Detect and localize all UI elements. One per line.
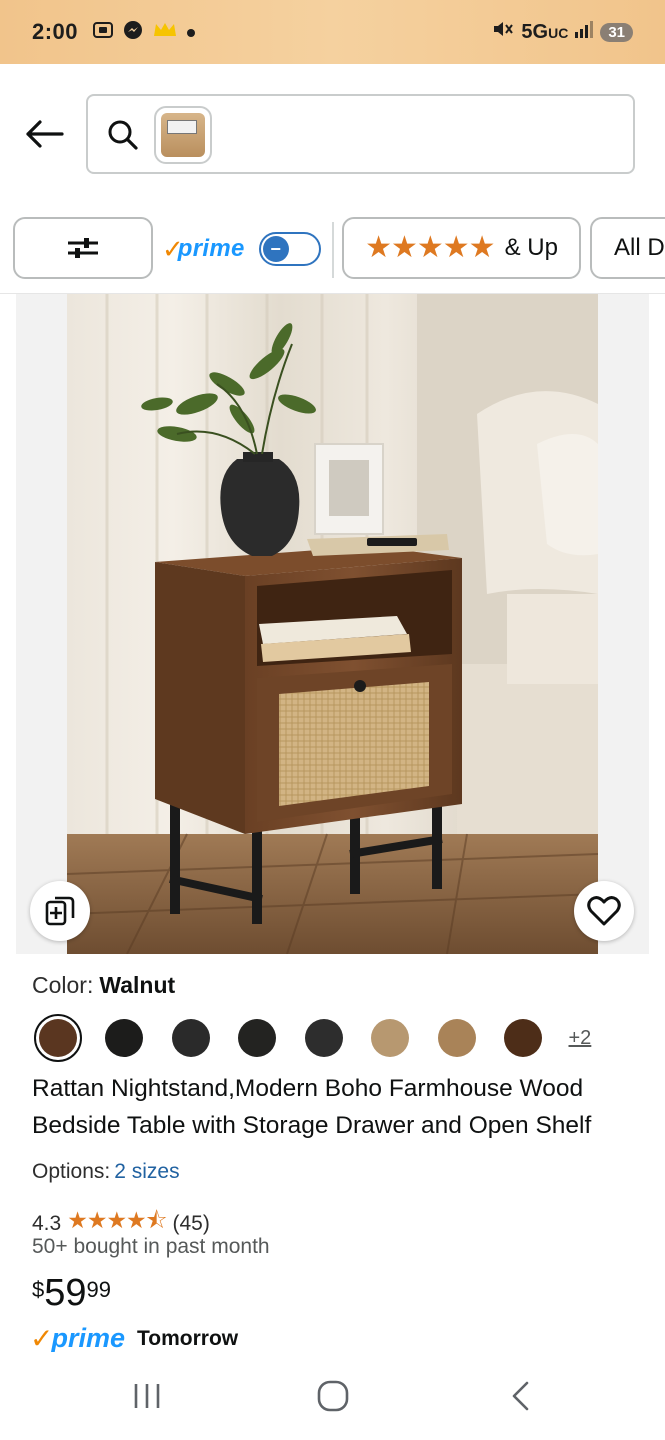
search-input[interactable] <box>86 94 635 174</box>
product-image-area[interactable] <box>16 294 649 954</box>
prime-filter: ✓ prime − <box>162 224 321 274</box>
prime-logo: ✓ prime <box>162 233 245 264</box>
home-button[interactable] <box>303 1374 363 1418</box>
color-swatch[interactable] <box>437 1019 476 1057</box>
rating-value: 4.3 <box>32 1211 62 1235</box>
back-chevron-icon <box>512 1381 529 1411</box>
sliders-icon <box>68 238 98 258</box>
mute-icon <box>491 18 515 46</box>
star-rating-icon: ★★★★★ <box>365 231 495 264</box>
filters-button[interactable] <box>13 217 153 279</box>
status-time: 2:00 <box>32 19 79 44</box>
color-selection-label: Color: Walnut <box>32 972 176 998</box>
barcode-image-icon <box>161 113 205 157</box>
prime-toggle[interactable]: − <box>258 232 321 266</box>
visual-search-thumbnail[interactable] <box>154 106 212 164</box>
rating-filter-chip[interactable]: ★★★★★ & Up <box>342 217 581 279</box>
color-swatch[interactable] <box>171 1019 210 1057</box>
crown-icon <box>152 20 178 44</box>
status-system-icons: 5GUC 31 <box>491 18 633 46</box>
all-departments-label: All D <box>614 234 665 261</box>
filter-divider <box>332 222 334 278</box>
compare-add-icon <box>45 896 75 926</box>
prime-check-icon: ✓ <box>30 1323 54 1354</box>
color-swatch[interactable] <box>371 1019 409 1057</box>
prime-badge: prime <box>51 1323 125 1353</box>
color-swatches: +2 <box>34 1014 591 1062</box>
messenger-icon <box>122 19 144 45</box>
product-image <box>67 294 598 954</box>
product-price: $59 99 <box>32 1272 112 1314</box>
color-swatch[interactable] <box>304 1019 343 1057</box>
delivery-date: Tomorrow <box>137 1326 239 1350</box>
search-header <box>0 64 665 202</box>
color-swatch[interactable] <box>105 1019 143 1057</box>
rating-count: (45) <box>172 1211 210 1235</box>
toggle-knob: − <box>262 236 289 262</box>
filter-bar: ✓ prime − ★★★★★ & Up All D <box>0 202 665 294</box>
color-swatch[interactable] <box>238 1019 276 1057</box>
dot-icon <box>186 22 196 42</box>
product-title[interactable]: Rattan Nightstand,Modern Boho Farmhouse … <box>32 1070 632 1144</box>
sizes-link[interactable]: 2 sizes <box>114 1160 179 1183</box>
bought-count: 50+ bought in past month <box>32 1235 270 1258</box>
status-notification-icons <box>92 19 196 45</box>
arrow-left-icon <box>26 120 64 148</box>
recents-icon <box>134 1384 160 1408</box>
back-nav-button[interactable] <box>490 1374 550 1418</box>
all-departments-chip[interactable]: All D <box>590 217 665 279</box>
color-swatch-selected[interactable] <box>34 1014 82 1062</box>
rating-filter-label: & Up <box>504 234 558 261</box>
color-swatch[interactable] <box>504 1019 542 1057</box>
product-options: Options: 2 sizes <box>32 1160 180 1183</box>
magnifier-icon <box>108 120 138 150</box>
network-label: 5GUC <box>521 20 569 43</box>
system-nav-bar <box>0 1352 665 1440</box>
battery-indicator: 31 <box>600 22 633 42</box>
delivery-info: ✓ prime Tomorrow <box>30 1322 238 1355</box>
signal-icon <box>574 20 594 44</box>
home-icon <box>317 1380 349 1412</box>
recents-button[interactable] <box>117 1374 177 1418</box>
more-colors-link[interactable]: +2 <box>569 1027 592 1050</box>
heart-icon <box>587 896 621 926</box>
screenshot-icon <box>92 19 114 45</box>
wishlist-button[interactable] <box>574 881 634 941</box>
status-bar: 2:00 5GUC 31 <box>0 0 665 64</box>
back-button[interactable] <box>22 112 66 156</box>
compare-button[interactable] <box>30 881 90 941</box>
product-details: Color: Walnut +2 Rattan Nightstand,Modern… <box>16 954 649 1360</box>
